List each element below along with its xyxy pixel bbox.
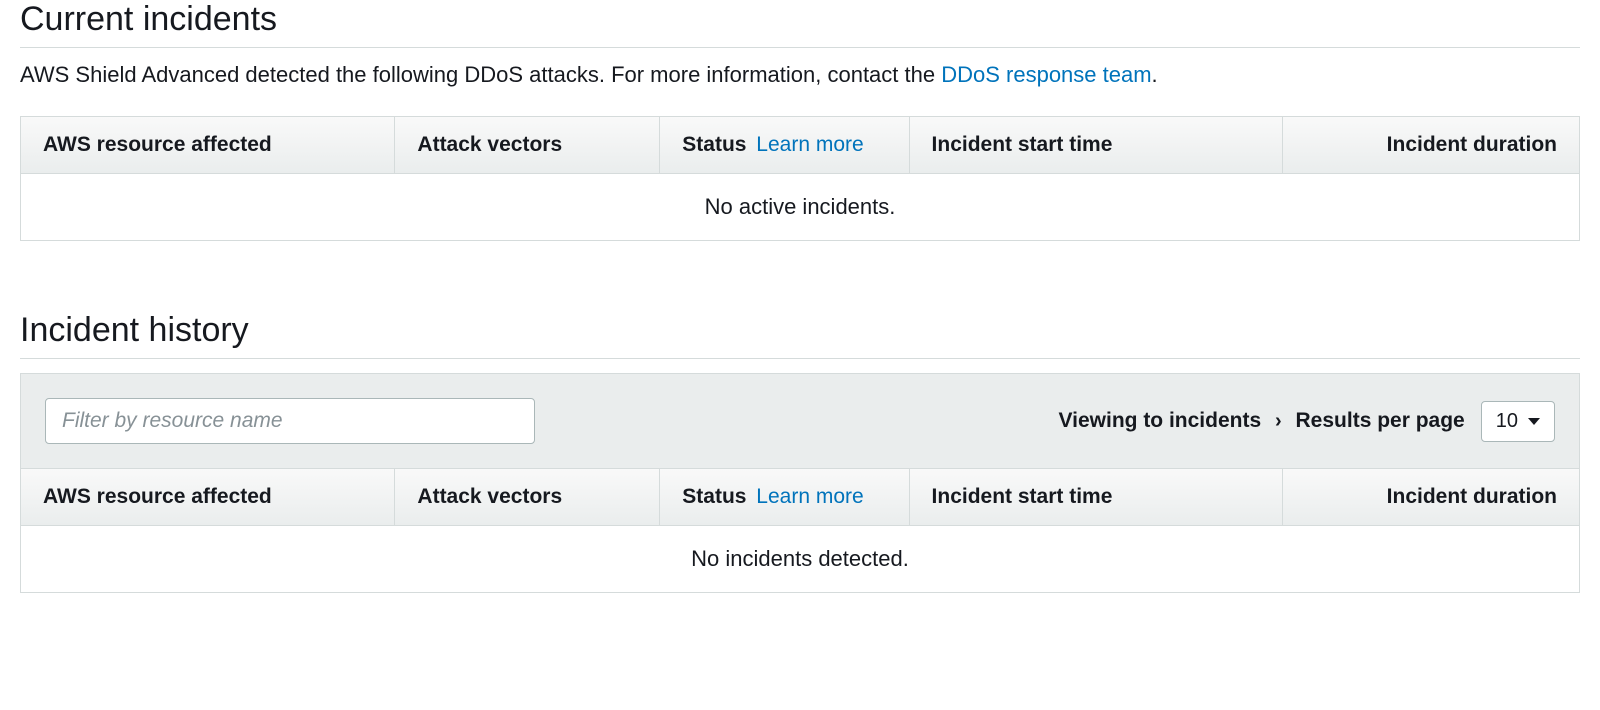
subtext-prefix: AWS Shield Advanced detected the followi… <box>20 62 941 87</box>
current-incidents-table-wrap: AWS resource affected Attack vectors Sta… <box>20 116 1580 241</box>
caret-down-icon <box>1528 418 1540 425</box>
col-header-start: Incident start time <box>909 469 1283 526</box>
history-table: AWS resource affected Attack vectors Sta… <box>21 469 1579 592</box>
current-empty-message: No active incidents. <box>21 174 1579 241</box>
current-incidents-table: AWS resource affected Attack vectors Sta… <box>21 117 1579 240</box>
per-page-value: 10 <box>1496 410 1518 433</box>
filter-by-resource-input[interactable] <box>45 398 535 444</box>
col-header-status: Status Learn more <box>660 117 909 174</box>
col-header-resource: AWS resource affected <box>21 469 395 526</box>
current-incidents-section: Current incidents AWS Shield Advanced de… <box>20 0 1580 241</box>
subtext-suffix: . <box>1152 62 1158 87</box>
current-empty-row: No active incidents. <box>21 174 1579 241</box>
col-header-resource: AWS resource affected <box>21 117 395 174</box>
history-table-wrap: AWS resource affected Attack vectors Sta… <box>20 468 1580 593</box>
col-header-duration: Incident duration <box>1283 117 1579 174</box>
incident-history-section: Incident history Viewing to incidents › … <box>20 311 1580 593</box>
history-empty-row: No incidents detected. <box>21 526 1579 593</box>
status-learn-more-link[interactable]: Learn more <box>756 485 863 508</box>
filter-right-group: Viewing to incidents › Results per page … <box>1059 401 1555 442</box>
incident-history-heading: Incident history <box>20 311 1580 359</box>
current-incidents-subtext: AWS Shield Advanced detected the followi… <box>20 62 1580 88</box>
viewing-incidents-label: Viewing to incidents › Results per page <box>1059 409 1465 433</box>
results-per-page-select[interactable]: 10 <box>1481 401 1555 442</box>
col-header-status: Status Learn more <box>660 469 909 526</box>
col-header-status-text: Status <box>682 485 746 508</box>
col-header-vectors: Attack vectors <box>395 469 660 526</box>
current-incidents-heading: Current incidents <box>20 0 1580 48</box>
history-filter-panel: Viewing to incidents › Results per page … <box>20 373 1580 468</box>
chevron-right-icon: › <box>1275 410 1282 433</box>
col-header-duration: Incident duration <box>1283 469 1579 526</box>
col-header-vectors: Attack vectors <box>395 117 660 174</box>
ddos-response-team-link[interactable]: DDoS response team <box>941 62 1151 87</box>
col-header-status-text: Status <box>682 133 746 156</box>
status-learn-more-link[interactable]: Learn more <box>756 133 863 156</box>
results-per-page-label: Results per page <box>1296 409 1465 432</box>
viewing-text: Viewing to incidents <box>1059 409 1262 432</box>
history-empty-message: No incidents detected. <box>21 526 1579 593</box>
col-header-start: Incident start time <box>909 117 1283 174</box>
